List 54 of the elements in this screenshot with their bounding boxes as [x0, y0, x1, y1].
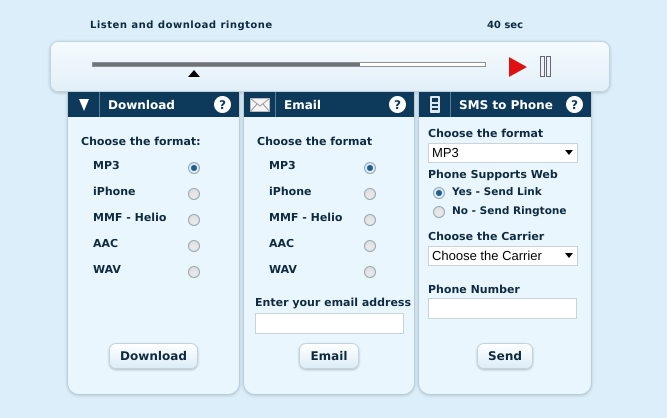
submit-button[interactable]: Download [109, 343, 198, 369]
arrow-down-icon [78, 98, 88, 110]
radio-button[interactable] [188, 240, 200, 252]
option-label: Yes - Send Link [452, 184, 542, 200]
radio-button[interactable] [364, 214, 376, 226]
pause-icon[interactable] [540, 56, 551, 77]
duration-label: 40 sec [486, 19, 523, 33]
radio-button[interactable] [364, 240, 376, 252]
radio-button[interactable] [433, 206, 445, 218]
carrier-dropdown[interactable]: Choose the Carrier [428, 246, 578, 266]
format-label: MP3 [269, 158, 297, 174]
radio-button[interactable] [433, 186, 445, 198]
phone-icon [430, 96, 440, 113]
radio-button[interactable] [188, 188, 200, 200]
format-label: iPhone [93, 184, 137, 200]
format-label: MP3 [93, 158, 121, 174]
email-label: Enter your email address [255, 295, 412, 311]
format-label: MMF - Helio [269, 210, 344, 226]
player-title: Listen and download ringtone [90, 19, 273, 33]
radio-button[interactable] [188, 214, 200, 226]
email-field[interactable] [255, 312, 404, 334]
format-heading: Choose the format: [81, 135, 201, 148]
format-dropdown[interactable]: MP3 [428, 142, 578, 162]
format-label: WAV [269, 262, 298, 278]
phone-label: Phone Number [428, 282, 521, 298]
format-heading: Choose the format [257, 135, 372, 148]
format-label: iPhone [269, 184, 313, 200]
web-heading: Phone Supports Web [428, 166, 559, 182]
format-label: AAC [269, 236, 296, 252]
help-button[interactable]: ? [214, 96, 231, 113]
carrier-heading: Choose the Carrier [428, 229, 546, 245]
radio-button[interactable] [364, 266, 376, 278]
envelope-icon [250, 98, 270, 112]
panel-title: Email [284, 96, 322, 114]
submit-button[interactable]: Email [299, 343, 359, 369]
submit-button[interactable]: Send [477, 343, 533, 369]
format-label: AAC [93, 236, 120, 252]
radio-button[interactable] [364, 162, 376, 174]
format-label: WAV [93, 262, 122, 278]
radio-button[interactable] [188, 266, 200, 278]
phone-field[interactable] [428, 298, 577, 319]
playhead-marker[interactable] [188, 70, 200, 77]
help-button[interactable]: ? [389, 96, 406, 113]
play-icon[interactable] [509, 56, 527, 76]
help-button[interactable]: ? [566, 96, 583, 113]
caret-icon [565, 150, 573, 155]
option-label: No - Send Ringtone [452, 204, 567, 219]
format-label: MMF - Helio [93, 210, 168, 226]
caret-icon [565, 253, 573, 258]
radio-button[interactable] [364, 188, 376, 200]
format-heading: Choose the format [428, 126, 544, 142]
panel-title: SMS to Phone [459, 96, 553, 114]
panel-title: Download [108, 96, 175, 114]
radio-button[interactable] [188, 162, 200, 174]
